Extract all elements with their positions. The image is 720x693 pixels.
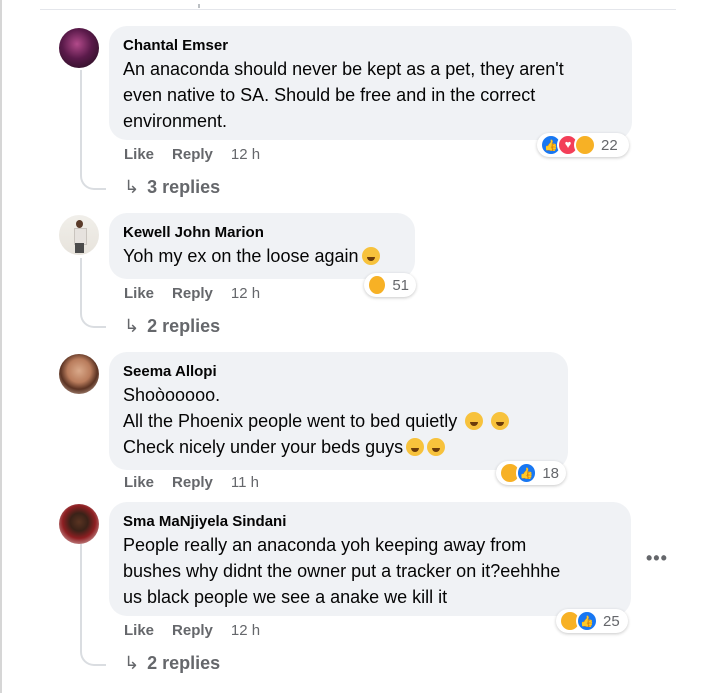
rofl-emoji-icon (406, 438, 425, 456)
comment-text: An anaconda should never be kept as a pe… (123, 59, 564, 131)
comment-text: Shoòooooo. All the Phoenix people went t… (123, 382, 552, 460)
timestamp[interactable]: 12 h (231, 146, 260, 163)
comment-actions: Like Reply 12 h (124, 621, 278, 641)
divider-mark (198, 4, 200, 8)
comment-text: People really an anaconda yoh keeping aw… (123, 535, 561, 607)
thread-curve (80, 646, 106, 666)
thread-line (80, 258, 82, 310)
like-reaction-icon: 👍 (515, 462, 538, 484)
haha-reaction-icon (367, 274, 388, 296)
comment-bubble: Chantal Emser An anaconda should never b… (109, 26, 632, 140)
reply-button[interactable]: Reply (172, 474, 213, 491)
avatar[interactable] (59, 504, 99, 544)
more-options-button[interactable]: ••• (646, 548, 668, 569)
reaction-summary[interactable]: 51 (364, 273, 416, 297)
reply-button[interactable]: Reply (172, 285, 213, 302)
comment-actions: Like Reply 11 h (124, 473, 277, 493)
like-button[interactable]: Like (124, 146, 154, 163)
sleeping-emoji-icon (491, 412, 510, 430)
comment-author[interactable]: Seema Allopi (123, 362, 552, 382)
view-replies-button[interactable]: ↳ 3 replies (124, 175, 220, 199)
divider (40, 9, 676, 10)
reaction-summary[interactable]: 👍 25 (556, 609, 628, 633)
reply-button[interactable]: Reply (172, 146, 213, 163)
reaction-summary[interactable]: 👍 18 (496, 461, 566, 485)
grinning-emoji-icon (427, 438, 446, 456)
thread-line (80, 540, 82, 648)
reaction-count: 22 (601, 136, 618, 154)
reaction-count: 51 (392, 276, 409, 294)
window-edge (0, 0, 2, 693)
laughing-emoji-icon (361, 247, 380, 265)
reaction-summary[interactable]: 👍 ♥ 22 (537, 133, 629, 157)
like-button[interactable]: Like (124, 474, 154, 491)
thread-curve (80, 308, 106, 328)
avatar[interactable] (59, 215, 99, 255)
comment-bubble: Sma MaNjiyela Sindani People really an a… (109, 502, 631, 616)
avatar[interactable] (59, 28, 99, 68)
view-replies-button[interactable]: ↳ 2 replies (124, 314, 220, 338)
comment-author[interactable]: Kewell John Marion (123, 223, 399, 243)
reaction-count: 18 (542, 464, 559, 482)
thread-curve (80, 170, 106, 190)
comment-text: Yoh my ex on the loose again (123, 243, 399, 269)
comment-actions: Like Reply 12 h (124, 284, 278, 304)
reply-button[interactable]: Reply (172, 622, 213, 639)
reply-arrow-icon: ↳ (124, 653, 140, 673)
thread-line (80, 70, 82, 172)
comment-author[interactable]: Chantal Emser (123, 36, 616, 56)
like-button[interactable]: Like (124, 622, 154, 639)
reaction-count: 25 (603, 612, 620, 630)
timestamp[interactable]: 12 h (231, 285, 260, 302)
comment-bubble: Seema Allopi Shoòooooo. All the Phoenix … (109, 352, 568, 470)
reply-arrow-icon: ↳ (124, 316, 140, 336)
haha-reaction-icon (574, 134, 596, 156)
like-reaction-icon: 👍 (576, 610, 598, 632)
like-button[interactable]: Like (124, 285, 154, 302)
comment-bubble: Kewell John Marion Yoh my ex on the loos… (109, 213, 415, 279)
comment-actions: Like Reply 12 h (124, 145, 278, 165)
shushing-emoji-icon (465, 412, 484, 430)
avatar[interactable] (59, 354, 99, 394)
timestamp[interactable]: 11 h (231, 474, 259, 491)
reply-arrow-icon: ↳ (124, 177, 140, 197)
view-replies-button[interactable]: ↳ 2 replies (124, 651, 220, 675)
comment-author[interactable]: Sma MaNjiyela Sindani (123, 512, 615, 532)
timestamp[interactable]: 12 h (231, 622, 260, 639)
